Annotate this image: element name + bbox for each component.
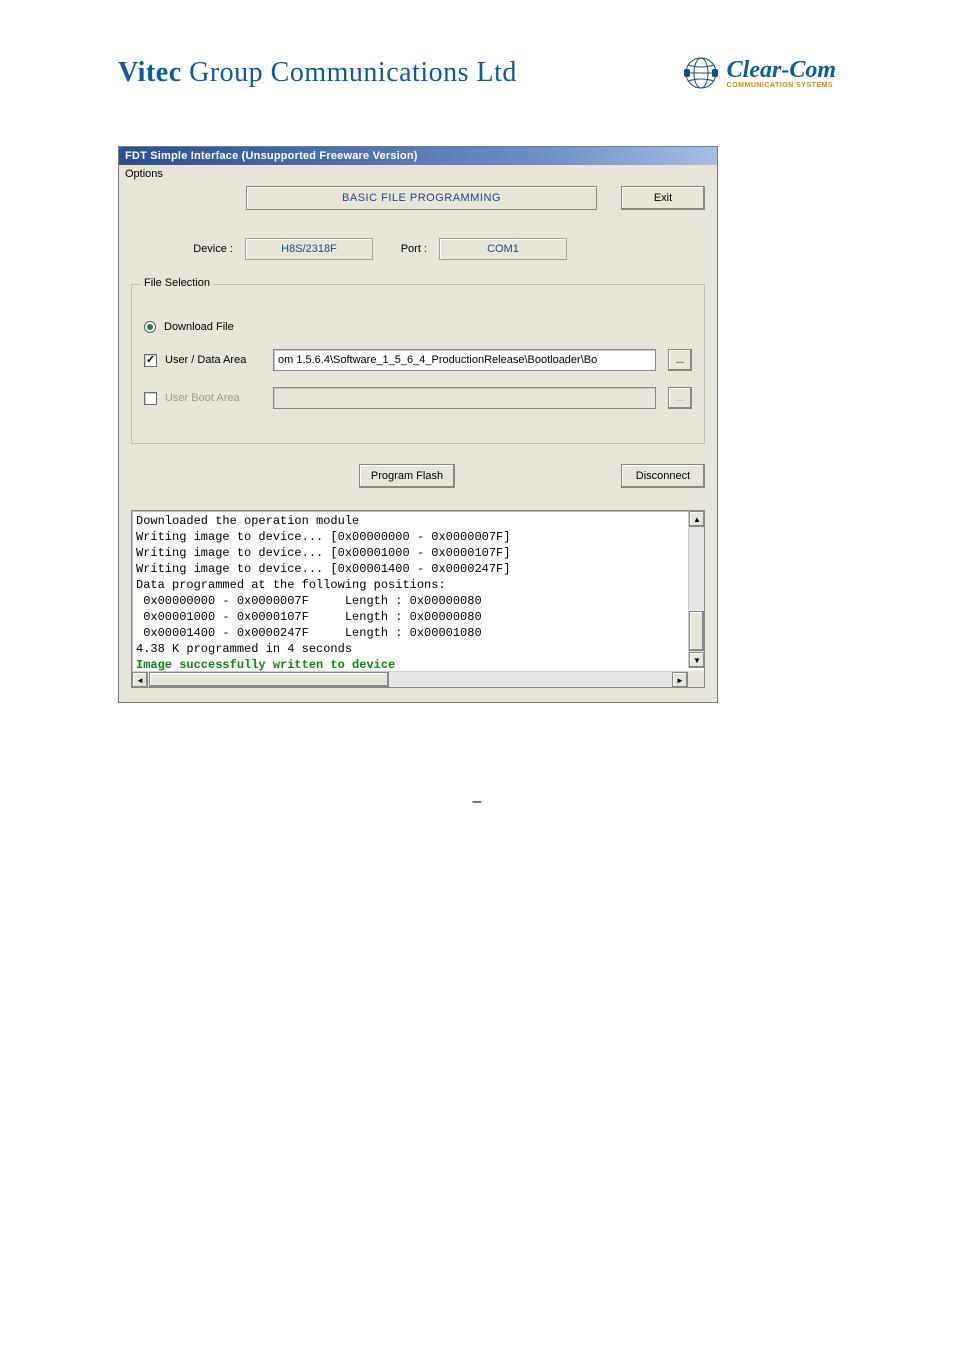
scroll-thumb[interactable]	[689, 611, 704, 651]
panel-title: BASIC FILE PROGRAMMING	[246, 186, 597, 210]
program-flash-label: Program Flash	[371, 470, 443, 482]
user-data-checkbox[interactable]	[144, 354, 157, 367]
fdt-window: FDT Simple Interface (Unsupported Freewa…	[118, 146, 718, 703]
menu-options-label: Options	[125, 168, 163, 180]
log-output: Downloaded the operation module Writing …	[131, 510, 705, 688]
page-header: Vitec Group Communications Ltd Clear-Com…	[118, 55, 836, 91]
scroll-up-icon[interactable]: ▲	[689, 511, 705, 527]
scroll-corner	[688, 671, 704, 687]
company-name: Vitec Group Communications Ltd	[118, 57, 517, 89]
program-flash-button[interactable]: Program Flash	[359, 464, 455, 488]
file-selection-group: File Selection Download File User / Data…	[131, 284, 705, 444]
scroll-thumb-h[interactable]	[149, 672, 389, 687]
port-field: COM1	[439, 238, 567, 260]
user-boot-label: User Boot Area	[165, 392, 265, 404]
disconnect-label: Disconnect	[636, 470, 690, 482]
device-field: H8S/2318F	[245, 238, 373, 260]
menu-options[interactable]: Options	[119, 165, 717, 186]
user-boot-browse-button[interactable]: ...	[668, 387, 692, 409]
ellipsis-icon: ...	[676, 355, 684, 366]
company-name-light: Group Communications Ltd	[182, 57, 517, 88]
device-label: Device :	[131, 243, 239, 255]
exit-button[interactable]: Exit	[621, 186, 705, 210]
vertical-scrollbar[interactable]: ▲ ▼	[688, 511, 704, 668]
file-selection-legend: File Selection	[140, 277, 214, 289]
ellipsis-icon: ...	[676, 393, 684, 404]
user-boot-path-field	[273, 387, 656, 409]
logo-subtext: COMMUNICATION SYSTEMS	[727, 82, 833, 89]
brand-logo: Clear-Com COMMUNICATION SYSTEMS	[683, 55, 836, 91]
scroll-left-icon[interactable]: ◄	[132, 672, 148, 688]
globe-icon	[683, 55, 719, 91]
user-data-label: User / Data Area	[165, 354, 265, 366]
port-label: Port :	[379, 243, 433, 255]
footer-dash: –	[118, 793, 836, 811]
scroll-down-icon[interactable]: ▼	[689, 652, 705, 668]
download-file-label: Download File	[164, 321, 234, 333]
user-boot-checkbox[interactable]	[144, 392, 157, 405]
disconnect-button[interactable]: Disconnect	[621, 464, 705, 488]
user-data-path-field[interactable]: om 1.5.6.4\Software_1_5_6_4_ProductionRe…	[273, 349, 656, 371]
company-name-bold: Vitec	[118, 57, 182, 88]
user-data-browse-button[interactable]: ...	[668, 349, 692, 371]
logo-brand-text: Clear-Com	[727, 58, 836, 82]
download-file-radio-row[interactable]: Download File	[144, 321, 692, 333]
exit-button-label: Exit	[654, 192, 672, 204]
scroll-right-icon[interactable]: ►	[672, 672, 688, 688]
radio-icon	[144, 321, 156, 333]
horizontal-scrollbar[interactable]: ◄ ►	[132, 671, 688, 687]
window-titlebar: FDT Simple Interface (Unsupported Freewa…	[119, 147, 717, 165]
